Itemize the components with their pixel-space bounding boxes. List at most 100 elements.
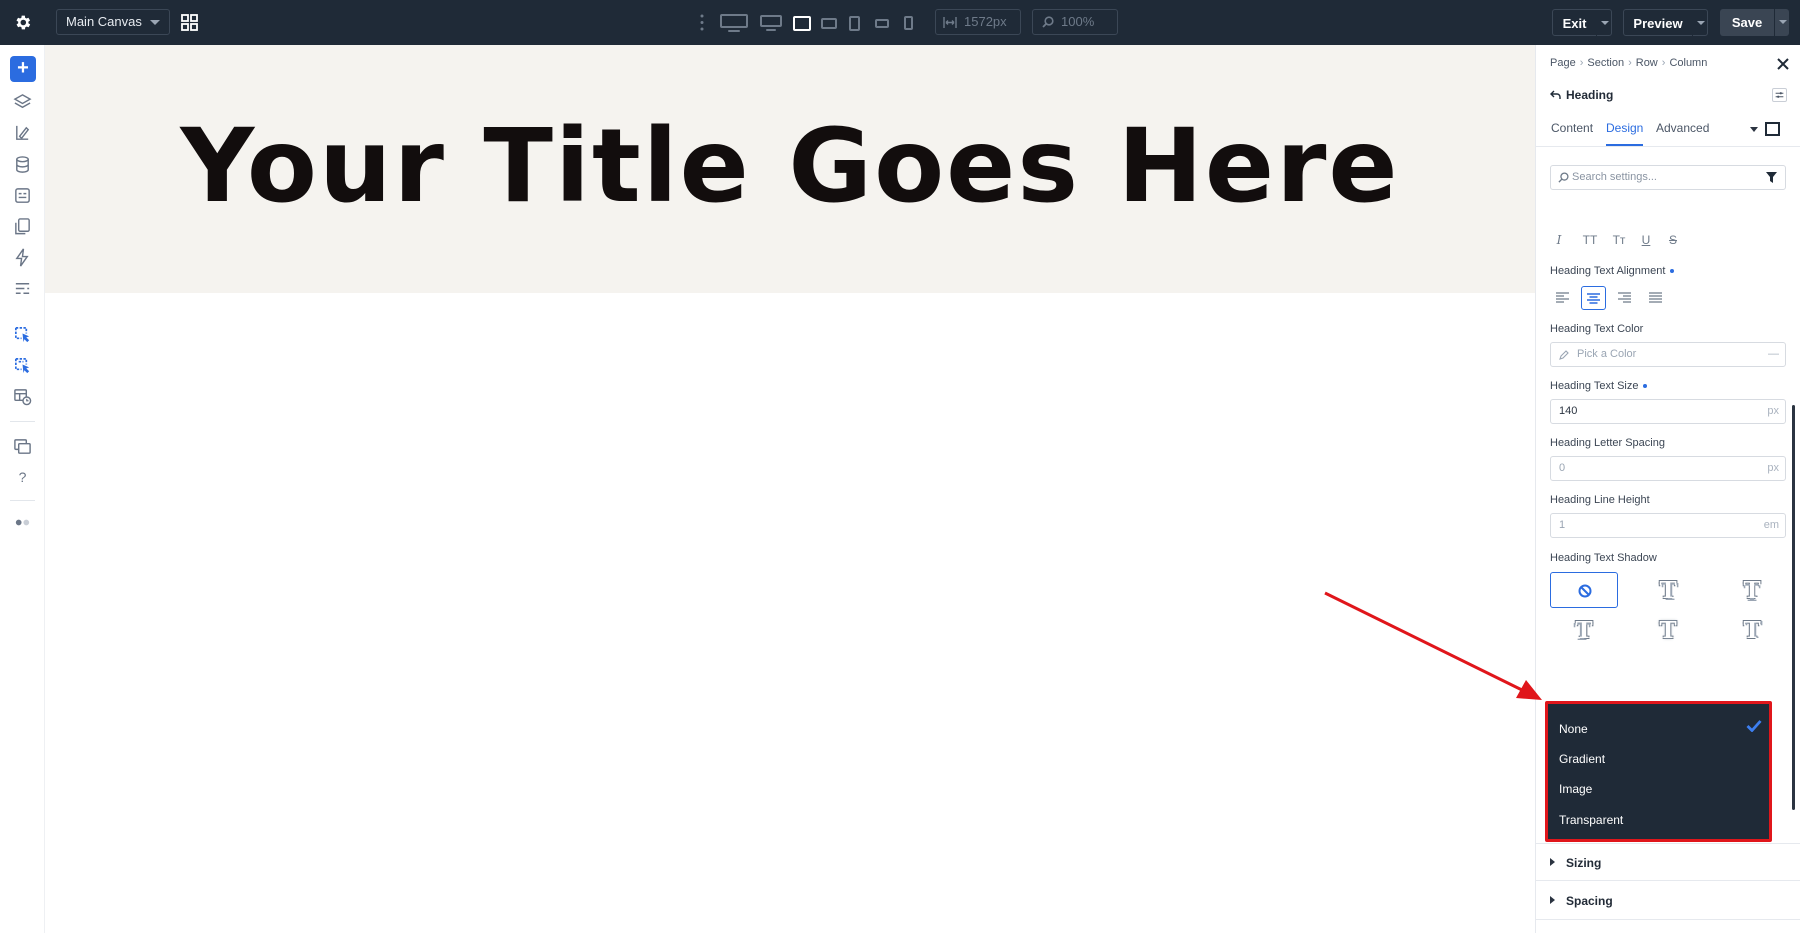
line-height-unit[interactable]: em <box>1764 514 1779 537</box>
align-center-button[interactable] <box>1581 286 1606 310</box>
search-settings-input[interactable]: Search settings... <box>1550 165 1786 190</box>
clear-color-button[interactable]: — <box>1768 343 1779 366</box>
save-button[interactable]: Save <box>1720 9 1789 36</box>
lightning-icon[interactable] <box>13 248 32 267</box>
breadcrumb-page[interactable]: Page <box>1550 57 1576 69</box>
exit-dropdown-toggle[interactable] <box>1596 10 1611 37</box>
zoom-field[interactable]: 100% <box>1032 9 1118 35</box>
save-dropdown-toggle[interactable] <box>1774 9 1789 36</box>
dropdown-option-none[interactable]: None <box>1559 722 1588 736</box>
dropdown-option-gradient[interactable]: Gradient <box>1559 752 1605 766</box>
pages-icon[interactable] <box>13 217 32 236</box>
text-color-picker[interactable]: Pick a Color — <box>1550 342 1786 367</box>
text-color-placeholder: Pick a Color <box>1577 348 1637 360</box>
panel-scrollbar[interactable] <box>1792 405 1795 810</box>
filter-icon[interactable] <box>1766 172 1777 183</box>
help-icon[interactable]: ? <box>13 468 32 487</box>
breadcrumb: Page › Section › Row › Column <box>1550 57 1708 69</box>
text-alignment-label-text: Heading Text Alignment <box>1550 265 1666 277</box>
preview-button[interactable]: Preview <box>1623 9 1708 37</box>
more-icon[interactable] <box>699 14 705 31</box>
breadcrumb-row[interactable]: Row <box>1636 57 1658 69</box>
sidebar-divider <box>10 421 35 422</box>
element-pointer-icon[interactable] <box>13 325 32 344</box>
tablet-landscape-icon[interactable] <box>821 12 837 34</box>
panel-tabs: Content Design Advanced <box>1536 115 1800 147</box>
align-justify-button[interactable] <box>1643 286 1668 310</box>
shadow-preset-glyph: T <box>1659 577 1677 604</box>
text-size-unit[interactable]: px <box>1767 400 1779 423</box>
close-icon[interactable] <box>1776 57 1790 71</box>
shadow-preset-2[interactable]: T <box>1718 572 1786 608</box>
uppercase-icon[interactable]: TT <box>1578 233 1602 249</box>
underline-icon[interactable]: U <box>1637 233 1655 249</box>
exit-button[interactable]: Exit <box>1552 9 1612 37</box>
search-placeholder: Search settings... <box>1572 171 1657 183</box>
zoom-icon <box>1042 16 1054 28</box>
chevron-down-icon[interactable] <box>1750 127 1758 132</box>
capitalize-icon[interactable]: Tт <box>1608 233 1630 249</box>
module-options-icon[interactable] <box>1772 88 1787 102</box>
letter-spacing-unit[interactable]: px <box>1767 457 1779 480</box>
italic-icon[interactable]: I <box>1550 233 1568 249</box>
text-size-value: 140 <box>1559 405 1578 417</box>
no-shadow-icon <box>1578 584 1592 598</box>
section-sizing-toggle[interactable]: Sizing <box>1536 843 1800 881</box>
shadow-preset-1[interactable]: T <box>1634 572 1702 608</box>
tablet-icon[interactable] <box>849 12 860 34</box>
layers-icon[interactable] <box>13 93 32 112</box>
align-left-button[interactable] <box>1550 286 1575 310</box>
line-height-label: Heading Line Height <box>1550 494 1650 506</box>
shadow-preset-5[interactable]: T <box>1718 612 1786 648</box>
letter-spacing-input[interactable]: 0 px <box>1550 456 1786 481</box>
shadow-preset-3[interactable]: T <box>1550 612 1618 648</box>
add-element-button[interactable]: + <box>10 56 36 82</box>
letter-spacing-value: 0 <box>1559 462 1566 474</box>
database-icon[interactable] <box>13 155 32 174</box>
dropdown-option-transparent[interactable]: Transparent <box>1559 813 1623 827</box>
desktop-xl-icon[interactable] <box>720 12 748 34</box>
text-clip-dropdown: None Gradient Image Transparent <box>1545 701 1772 842</box>
strikethrough-icon[interactable]: S <box>1664 233 1682 249</box>
back-arrow-icon[interactable] <box>1550 89 1562 101</box>
section-spacing-toggle[interactable]: Spacing <box>1536 882 1800 920</box>
laptop-icon[interactable] <box>793 12 811 34</box>
element-pointer-alt-icon[interactable] <box>13 356 32 375</box>
line-height-input[interactable]: 1 em <box>1550 513 1786 538</box>
breadcrumb-section[interactable]: Section <box>1587 57 1624 69</box>
phone-icon[interactable] <box>904 12 913 34</box>
caret-right-icon <box>1550 858 1555 866</box>
canvas-select[interactable]: Main Canvas <box>56 9 170 35</box>
breadcrumb-column[interactable]: Column <box>1669 57 1707 69</box>
phone-landscape-icon[interactable] <box>875 12 889 34</box>
preview-dropdown-toggle[interactable] <box>1692 10 1707 37</box>
save-button-label: Save <box>1731 15 1763 30</box>
tab-design[interactable]: Design <box>1606 121 1644 146</box>
gear-icon[interactable] <box>13 13 32 32</box>
align-left-icon <box>1556 292 1569 303</box>
text-size-input[interactable]: 140 px <box>1550 399 1786 424</box>
dots-icon[interactable] <box>13 513 32 532</box>
brush-icon[interactable] <box>13 124 32 143</box>
width-icon <box>943 17 957 28</box>
builder-canvas[interactable]: Your Title Goes Here <box>45 45 1535 933</box>
desktop-icon[interactable] <box>760 12 782 34</box>
module-title: Heading <box>1566 88 1614 102</box>
template-clock-icon[interactable] <box>13 387 32 406</box>
tab-advanced[interactable]: Advanced <box>1656 121 1709 146</box>
panel-expand-icon[interactable] <box>1765 122 1780 136</box>
windows-icon[interactable] <box>13 437 32 456</box>
canvas-width-field[interactable]: 1572px <box>935 9 1021 35</box>
hero-section[interactable]: Your Title Goes Here <box>45 45 1535 293</box>
shadow-none-button[interactable] <box>1550 572 1618 608</box>
align-right-button[interactable] <box>1612 286 1637 310</box>
shadow-preset-4[interactable]: T <box>1634 612 1702 648</box>
grid-icon[interactable] <box>181 14 198 31</box>
dropdown-option-image[interactable]: Image <box>1559 782 1592 796</box>
line-height-value: 1 <box>1559 519 1566 531</box>
eyedropper-icon <box>1559 350 1569 360</box>
settings-lines-icon[interactable] <box>13 279 32 298</box>
heading-module-text[interactable]: Your Title Goes Here <box>45 97 1535 237</box>
tab-content[interactable]: Content <box>1551 121 1593 146</box>
forms-icon[interactable] <box>13 186 32 205</box>
